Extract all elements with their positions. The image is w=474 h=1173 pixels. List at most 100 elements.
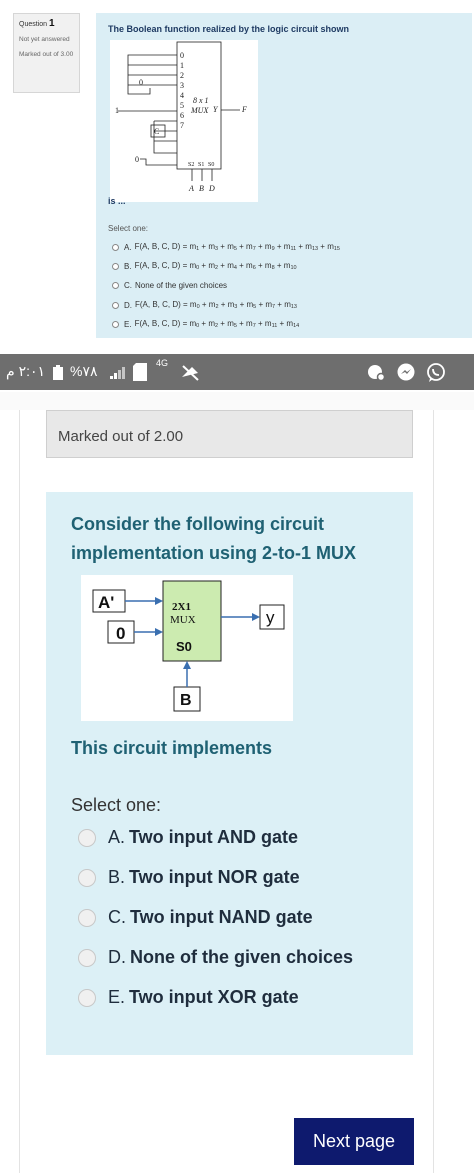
q1-minterm: m [208, 242, 215, 251]
q1-input-c-label: C [154, 127, 159, 136]
q1-minterm: m [246, 319, 253, 328]
q1-mux-size-label: 8 x 1 [193, 96, 209, 105]
q1-minterm: m [246, 242, 253, 251]
q1-pin-7: 7 [180, 121, 184, 130]
q1-minterm-index: 5 [233, 323, 237, 329]
q1-minterm-index: 14 [293, 323, 300, 329]
q1-option-expression: F(A, B, C, D) = m0 + m2 + m4 + m6 + m8 +… [134, 261, 297, 271]
q1-input-0b-label: 0 [135, 155, 139, 164]
q1-minterm-index: 7 [272, 304, 276, 310]
battery-icon [53, 365, 63, 380]
q2-select-one-label: Select one: [71, 795, 162, 815]
q2-mux-size-label: 2X1 [172, 601, 191, 613]
q1-option-expression: F(A, B, C, D) = m0 + m2 + m5 + m7 + m11 … [134, 319, 300, 329]
q1-expression-lhs: F(A, B, C, D) = [135, 300, 190, 309]
q1-option-radio[interactable] [112, 262, 119, 270]
q1-output-pin-label: Y [213, 105, 219, 114]
q1-minterm-index: 3 [215, 246, 219, 252]
q1-option-letter: A. [124, 242, 132, 252]
q1-minterm: m [264, 319, 272, 328]
battery-percent: %٧٨ [70, 363, 98, 379]
q1-status: Not yet answered [19, 36, 70, 43]
q1-option-c[interactable]: C. None of the given choices [112, 281, 227, 290]
q1-minterm: m [264, 261, 272, 270]
q2-select-s0-label: S0 [176, 639, 192, 654]
q1-mux-circuit-diagram: 0 1 C 0 0 1 2 3 4 5 6 7 8 x 1 MUX Y F S2… [110, 40, 258, 202]
q1-minterm: m [246, 261, 253, 270]
q1-marks: Marked out of 3.00 [19, 51, 74, 58]
q1-minterm: m [208, 261, 215, 270]
q1-minterm-index: 7 [252, 323, 256, 329]
next-page-button[interactable]: Next page [294, 1118, 414, 1165]
q2-option-c[interactable]: C. Two input NAND gate [78, 907, 313, 928]
q2-option-text: Two input AND gate [129, 827, 298, 847]
q1-minterm-index: 6 [252, 265, 256, 271]
q1-option-radio[interactable] [112, 320, 119, 328]
q1-minterm-index: 0 [196, 323, 200, 329]
q1-question-number: Question 1 [19, 18, 55, 29]
q2-option-radio[interactable] [78, 828, 96, 847]
q1-option-letter: E. [124, 319, 132, 329]
q1-option-d[interactable]: D. F(A, B, C, D) = m0 + m2 + m3 + m5 + m7… [112, 300, 297, 310]
q1-select-s0-label: S0 [208, 162, 214, 168]
q1-minterm: m [227, 261, 234, 270]
q1-mux-label: MUX [190, 106, 209, 115]
q1-option-radio[interactable] [112, 243, 119, 251]
q1-option-text: None of the given choices [135, 281, 228, 290]
q2-option-text: Two input XOR gate [129, 987, 299, 1007]
q2-select-input-b: B [180, 692, 192, 709]
q2-option-e[interactable]: E. Two input XOR gate [78, 987, 299, 1008]
status-time: ٢:٠١ م [6, 363, 46, 379]
q1-input-0-label: 0 [139, 78, 143, 87]
q1-pin-3: 3 [180, 81, 184, 90]
q1-minterm: m [327, 242, 334, 251]
q1-select-input-b: B [199, 184, 204, 193]
q1-minterm-index: 0 [196, 304, 200, 310]
q2-mux-circuit-diagram: A' 0 2X1 MUX S0 y B [81, 575, 293, 721]
q2-input-zero: 0 [116, 624, 125, 643]
q1-expression-lhs: F(A, B, C, D) = [134, 242, 190, 251]
q2-option-radio[interactable] [78, 908, 96, 927]
q2-option-b[interactable]: B. Two input NOR gate [78, 867, 300, 888]
q2-option-letter: D. [108, 947, 126, 967]
q2-output-y-label: y [266, 608, 275, 627]
q2-option-a[interactable]: A. Two input AND gate [78, 827, 298, 848]
q1-option-e[interactable]: E. F(A, B, C, D) = m0 + m2 + m5 + m7 + m1… [112, 319, 299, 329]
q2-option-radio[interactable] [78, 988, 96, 1007]
q1-select-input-a: A [188, 184, 194, 193]
q1-select-s2-label: S2 [188, 162, 194, 168]
q1-minterm-index: 2 [215, 323, 219, 329]
q1-option-expression: F(A, B, C, D) = m1 + m3 + m5 + m7 + m9 +… [134, 242, 340, 252]
q1-option-b[interactable]: B. F(A, B, C, D) = m0 + m2 + m4 + m6 + m8… [112, 261, 297, 271]
q1-option-a[interactable]: A. F(A, B, C, D) = m1 + m3 + m5 + m7 + m9… [112, 242, 340, 252]
q2-info-box: Marked out of 2.00 [46, 410, 413, 458]
q2-marks: Marked out of 2.00 [58, 428, 184, 445]
whatsapp-icon [427, 363, 445, 382]
q1-minterm-index: 8 [271, 265, 275, 271]
q2-option-radio[interactable] [78, 948, 96, 967]
q1-minterm-index: 5 [233, 246, 237, 252]
q1-minterm-index: 3 [234, 304, 238, 310]
q2-option-letter: E. [108, 987, 126, 1007]
q1-option-radio[interactable] [112, 282, 119, 289]
q1-minterm-index: 5 [253, 304, 257, 310]
q1-minterm: m [264, 242, 272, 251]
q1-option-radio[interactable] [112, 301, 119, 309]
q1-minterm-index: 13 [311, 246, 319, 252]
q1-pin-0: 0 [180, 51, 184, 60]
q1-select-s1-label: S1 [198, 162, 204, 168]
q2-option-radio[interactable] [78, 868, 96, 887]
q1-option-letter: D. [124, 300, 132, 310]
q1-expression-lhs: F(A, B, C, D) = [134, 261, 190, 270]
q1-minterm-index: 11 [290, 246, 297, 252]
q2-content-panel: Consider the following circuit implement… [46, 492, 413, 1055]
network-type: 4G [156, 358, 169, 368]
q2-option-text: None of the given choices [130, 947, 354, 967]
q2-option-d[interactable]: D. None of the given choices [78, 947, 353, 968]
q2-implements-text: This circuit implements [71, 738, 273, 758]
q1-circuit-svg: 0 1 C 0 0 1 2 3 4 5 6 7 8 x 1 MUX Y F S2… [115, 41, 247, 193]
q1-minterm-index: 13 [290, 304, 297, 310]
q1-minterm-index: 11 [271, 323, 278, 329]
q1-pin-2: 2 [180, 71, 184, 80]
q1-pin-5: 5 [180, 101, 184, 110]
